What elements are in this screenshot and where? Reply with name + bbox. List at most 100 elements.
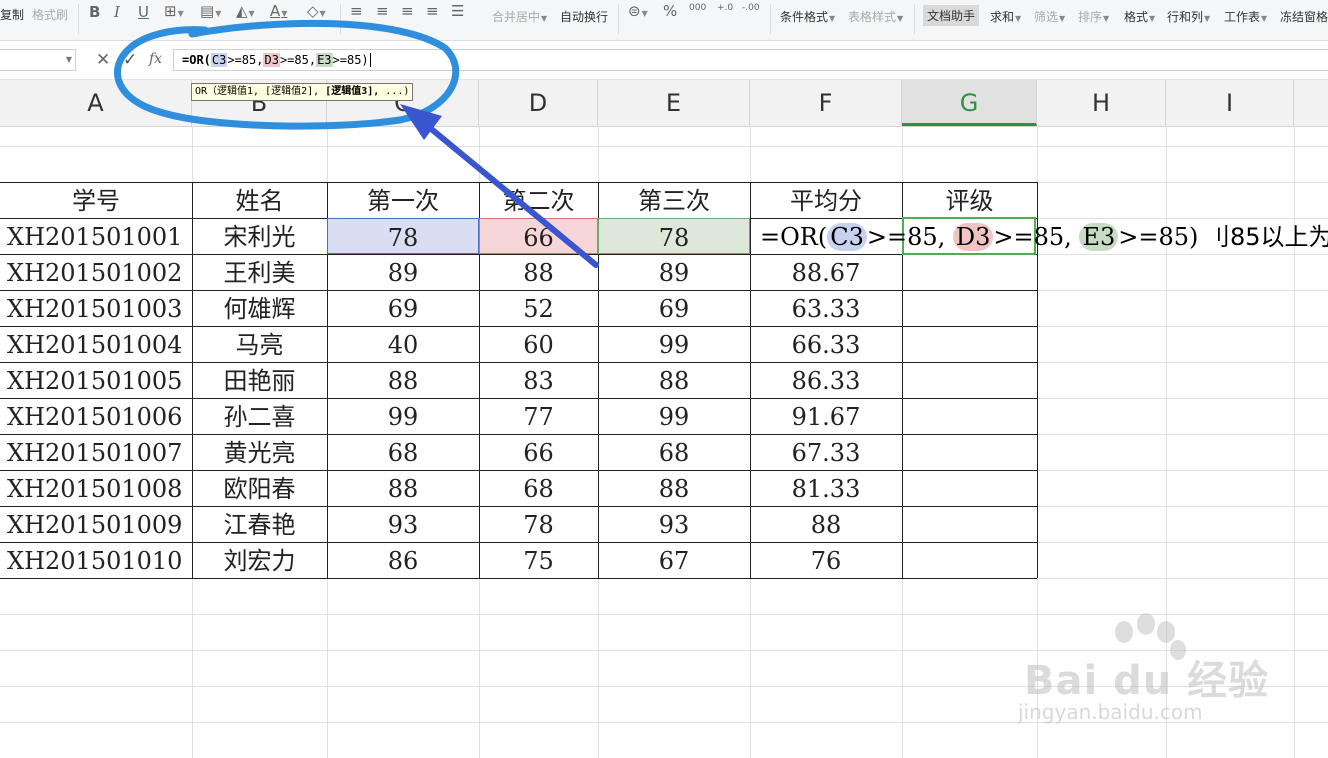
header-cell[interactable]: 第三次 <box>598 182 750 218</box>
rating-cell[interactable] <box>902 542 1037 578</box>
table-cell[interactable]: 江春艳 <box>192 506 327 542</box>
table-cell[interactable]: 68 <box>479 470 598 506</box>
table-cell[interactable]: 99 <box>327 398 479 434</box>
conditional-format-button[interactable]: 条件格式▼ <box>780 8 835 25</box>
filter-button[interactable]: 筛选▼ <box>1034 8 1065 25</box>
table-cell[interactable]: 78 <box>479 506 598 542</box>
header-cell[interactable]: 姓名 <box>192 182 327 218</box>
table-cell[interactable]: 马亮 <box>192 326 327 362</box>
table-cell[interactable]: 88 <box>327 470 479 506</box>
table-cell[interactable]: 99 <box>598 398 750 434</box>
table-cell[interactable]: XH201501003 <box>0 290 192 326</box>
border-icon[interactable]: ⊞▼ <box>164 2 184 20</box>
table-cell[interactable]: XH201501001 <box>0 218 192 254</box>
cell-editor[interactable]: =OR(C3>=85, D3>=85, E3>=85) 刂85以上为优 <box>750 216 1328 254</box>
align-center-icon[interactable]: ≡ <box>376 2 389 20</box>
column-header-f[interactable]: F <box>750 80 902 126</box>
header-cell[interactable]: 平均分 <box>750 182 902 218</box>
check-icon[interactable]: ✓ <box>123 50 137 70</box>
table-cell[interactable]: 宋利光 <box>192 218 327 254</box>
header-cell[interactable]: 第一次 <box>327 182 479 218</box>
wrap-text-button[interactable]: 自动换行 <box>560 8 608 25</box>
table-cell[interactable]: 86.33 <box>750 362 902 398</box>
table-cell[interactable]: 欧阳春 <box>192 470 327 506</box>
formula-input[interactable]: =OR(C3>=85,D3>=85,E3>=85) <box>173 49 1328 71</box>
rating-cell[interactable] <box>902 362 1037 398</box>
inc-decimal-button[interactable]: +.0 <box>717 3 733 13</box>
rating-cell[interactable] <box>902 326 1037 362</box>
underline-button[interactable]: U <box>138 3 149 21</box>
table-cell[interactable]: 88.67 <box>750 254 902 290</box>
table-cell[interactable]: 孙二喜 <box>192 398 327 434</box>
rating-cell[interactable] <box>902 290 1037 326</box>
table-cell[interactable]: 88 <box>598 362 750 398</box>
table-cell[interactable]: 63.33 <box>750 290 902 326</box>
copy-button[interactable]: 复制 <box>0 6 24 23</box>
table-cell[interactable]: 黄光亮 <box>192 434 327 470</box>
table-cell[interactable]: XH201501010 <box>0 542 192 578</box>
align-right-icon[interactable]: ≡ <box>401 2 414 20</box>
table-cell[interactable]: 69 <box>598 290 750 326</box>
table-cell[interactable]: 78 <box>327 218 479 254</box>
table-cell[interactable]: XH201501004 <box>0 326 192 362</box>
doc-assistant-button[interactable]: 文档助手 <box>923 5 980 26</box>
fill-color-icon[interactable]: ▤▼ <box>200 2 221 20</box>
table-cell[interactable]: 60 <box>479 326 598 362</box>
row-col-button[interactable]: 行和列▼ <box>1167 8 1210 25</box>
column-header-d[interactable]: D <box>479 80 598 126</box>
insert-function-button[interactable]: fx <box>149 51 162 67</box>
close-icon[interactable]: ✕ <box>96 50 110 70</box>
distributed-icon[interactable]: ☰ <box>451 2 464 20</box>
column-header-g[interactable]: G <box>902 80 1037 126</box>
table-cell[interactable]: 何雄辉 <box>192 290 327 326</box>
column-header-a[interactable]: A <box>0 80 192 126</box>
column-header-j[interactable] <box>1294 80 1328 126</box>
table-cell[interactable]: 68 <box>327 434 479 470</box>
table-cell[interactable]: 66.33 <box>750 326 902 362</box>
worksheet-button[interactable]: 工作表▼ <box>1224 8 1267 25</box>
format-painter-button[interactable]: 格式刷 <box>32 6 68 23</box>
table-cell[interactable]: XH201501005 <box>0 362 192 398</box>
header-cell[interactable]: 第二次 <box>479 182 598 218</box>
table-cell[interactable]: 68 <box>598 434 750 470</box>
name-box[interactable]: ▼ <box>0 49 76 71</box>
table-cell[interactable]: 89 <box>598 254 750 290</box>
rating-cell[interactable] <box>902 506 1037 542</box>
font-color-icon[interactable]: ◭▼ <box>236 2 255 20</box>
dec-decimal-button[interactable]: -.00 <box>742 3 760 13</box>
chevron-down-icon[interactable]: ▼ <box>66 50 72 70</box>
italic-button[interactable]: I <box>114 3 120 21</box>
table-cell[interactable]: XH201501007 <box>0 434 192 470</box>
table-cell[interactable]: XH201501009 <box>0 506 192 542</box>
table-cell[interactable]: 78 <box>598 218 750 254</box>
sum-button[interactable]: 求和▼ <box>990 8 1021 25</box>
column-header-h[interactable]: H <box>1037 80 1166 126</box>
column-header-i[interactable]: I <box>1166 80 1294 126</box>
justify-icon[interactable]: ≡ <box>426 2 439 20</box>
table-cell[interactable]: 66 <box>479 218 598 254</box>
header-cell[interactable]: 学号 <box>0 182 192 218</box>
table-cell[interactable]: 86 <box>327 542 479 578</box>
table-cell[interactable]: XH201501002 <box>0 254 192 290</box>
table-cell[interactable]: 40 <box>327 326 479 362</box>
table-cell[interactable]: 王利美 <box>192 254 327 290</box>
table-cell[interactable]: 91.67 <box>750 398 902 434</box>
rating-cell[interactable] <box>902 398 1037 434</box>
table-cell[interactable]: XH201501006 <box>0 398 192 434</box>
table-cell[interactable]: 99 <box>598 326 750 362</box>
sort-button[interactable]: 排序▼ <box>1078 8 1109 25</box>
table-cell[interactable]: 75 <box>479 542 598 578</box>
percent-button[interactable]: % <box>663 2 677 20</box>
table-cell[interactable]: 田艳丽 <box>192 362 327 398</box>
header-cell[interactable]: 评级 <box>902 182 1037 218</box>
currency-icon[interactable]: ⊜▼ <box>628 2 648 20</box>
table-cell[interactable]: 83 <box>479 362 598 398</box>
freeze-panes-button[interactable]: 冻结窗格 <box>1280 8 1328 25</box>
table-cell[interactable]: 88 <box>327 362 479 398</box>
table-cell[interactable]: 76 <box>750 542 902 578</box>
table-cell[interactable]: 88 <box>479 254 598 290</box>
table-cell[interactable]: 67 <box>598 542 750 578</box>
table-cell[interactable]: 88 <box>750 506 902 542</box>
table-cell[interactable]: 66 <box>479 434 598 470</box>
table-cell[interactable]: 88 <box>598 470 750 506</box>
